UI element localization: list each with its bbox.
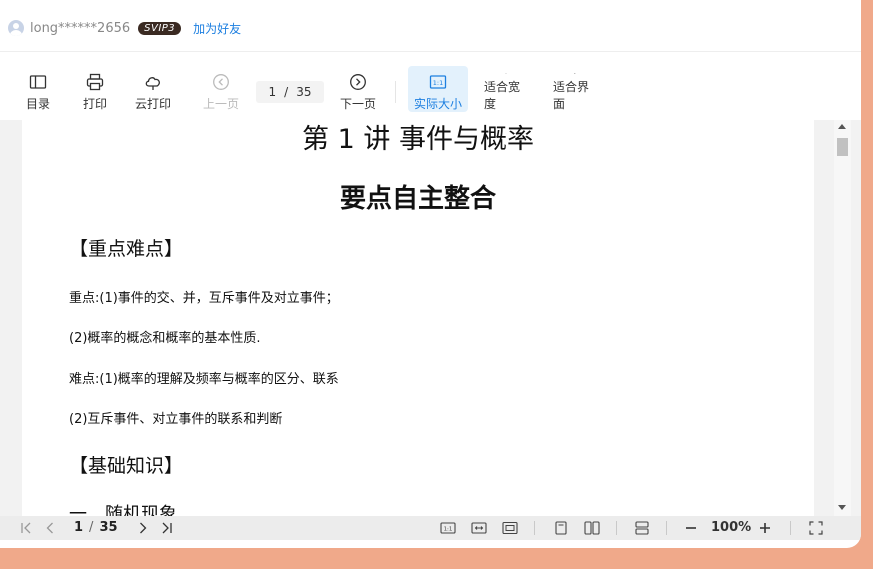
- first-page-button[interactable]: [18, 520, 34, 536]
- doc-title: 第 1 讲 事件与概率: [302, 124, 534, 155]
- text-line: 难点:(1)概率的理解及频率与概率的区分、联系: [69, 372, 339, 387]
- print-label: 打印: [82, 97, 107, 111]
- total-pages: 35: [296, 85, 312, 99]
- bottom-fit-page-button[interactable]: [501, 520, 519, 536]
- fit-page-icon: [502, 521, 518, 535]
- subsection-heading: 一、随机现象: [69, 504, 177, 516]
- two-page-button[interactable]: [583, 520, 601, 536]
- scroll-up-arrow-icon[interactable]: [838, 124, 846, 129]
- current-page: 1: [268, 85, 277, 99]
- scroll-down-arrow-icon[interactable]: [838, 505, 846, 510]
- fit-width-label: 适合宽度: [484, 80, 521, 111]
- last-page-button[interactable]: [159, 520, 175, 536]
- document-page: 第 1 讲 事件与概率 要点自主整合 【重点难点】 重点:(1)事件的交、并，互…: [22, 120, 814, 516]
- prev-page-button[interactable]: 上一页: [199, 66, 243, 112]
- chevron-right-icon: [140, 522, 147, 534]
- cloud-icon: [145, 77, 160, 90]
- next-button[interactable]: [135, 520, 151, 536]
- next-page-label: 下一页: [339, 97, 376, 111]
- bottom-divider: [534, 521, 535, 535]
- fullscreen-button[interactable]: [807, 520, 825, 536]
- fit-width-icon: [505, 73, 507, 74]
- toc-label: 目录: [25, 97, 50, 111]
- page-number-input[interactable]: 1 / 35: [256, 81, 324, 103]
- doc-subtitle: 要点自主整合: [339, 184, 496, 214]
- bottom-bar: 1 / 35 1:1 100%: [0, 516, 861, 540]
- bottom-current-page: 1: [74, 520, 84, 535]
- print-button[interactable]: 打印: [73, 66, 117, 112]
- fit-page-button[interactable]: 适合界面: [553, 66, 597, 112]
- document-area[interactable]: 第 1 讲 事件与概率 要点自主整合 【重点难点】 重点:(1)事件的交、并，互…: [0, 120, 861, 516]
- cloud-print-button[interactable]: 云打印: [131, 66, 175, 112]
- svg-text:1:1: 1:1: [433, 79, 443, 87]
- chevron-left-icon: [46, 522, 53, 534]
- printer-icon: [86, 73, 104, 91]
- last-page-icon: [162, 522, 172, 534]
- toolbar-divider: [395, 81, 396, 103]
- text-line: (2)互斥事件、对立事件的联系和判断: [69, 412, 283, 427]
- cloud-print-label: 云打印: [134, 97, 171, 111]
- section-heading-key-points: 【重点难点】: [69, 238, 184, 260]
- vertical-scrollbar[interactable]: [834, 120, 851, 516]
- fullscreen-icon: [809, 521, 823, 535]
- actual-size-label: 实际大小: [413, 97, 462, 111]
- avatar[interactable]: [8, 20, 24, 36]
- zoom-in-button[interactable]: [757, 520, 773, 536]
- two-page-icon: [584, 521, 600, 535]
- page-indicator[interactable]: 1 / 35: [74, 520, 118, 535]
- zoom-level: 100%: [711, 520, 752, 535]
- chevron-right-circle-icon: [350, 74, 366, 90]
- bottom-actual-size-button[interactable]: 1:1: [439, 520, 457, 536]
- bottom-divider: [790, 521, 791, 535]
- add-friend-link[interactable]: 加为好友: [193, 20, 241, 37]
- single-page-icon: [555, 521, 567, 535]
- fit-width-button[interactable]: 适合宽度: [484, 66, 528, 112]
- actual-size-button[interactable]: 1:1 实际大小: [408, 66, 468, 112]
- next-page-button[interactable]: 下一页: [336, 66, 380, 112]
- toc-button[interactable]: 目录: [16, 66, 60, 112]
- vip-badge: SVIP3: [138, 21, 182, 35]
- fit-width-icon: [471, 522, 487, 534]
- first-page-icon: [21, 522, 31, 534]
- single-page-button[interactable]: [553, 520, 569, 536]
- svg-text:1:1: 1:1: [444, 527, 453, 533]
- text-line: (2)概率的概念和概率的基本性质.: [69, 331, 261, 346]
- zoom-out-button[interactable]: [683, 520, 699, 536]
- actual-size-icon: 1:1: [440, 522, 456, 534]
- bottom-total-pages: 35: [99, 520, 118, 535]
- viewer-window: long******2656 SVIP3 加为好友 目录 打印 云打印 上一页 …: [0, 0, 861, 548]
- chevron-left-circle-icon: [213, 74, 229, 90]
- bottom-divider: [666, 521, 667, 535]
- prev-page-label: 上一页: [202, 97, 239, 111]
- bottom-page-separator: /: [89, 520, 94, 535]
- prev-button[interactable]: [42, 520, 58, 536]
- scroll-thumb[interactable]: [837, 138, 848, 156]
- toc-icon: [29, 75, 47, 89]
- header-divider: [0, 51, 861, 52]
- actual-size-icon: 1:1: [429, 75, 447, 89]
- text-line: 重点:(1)事件的交、并，互斥事件及对立事件；: [69, 291, 339, 306]
- minus-icon: [686, 527, 696, 529]
- user-row: long******2656 SVIP3 加为好友: [8, 18, 241, 38]
- section-heading-basics: 【基础知识】: [69, 455, 184, 477]
- bottom-divider: [616, 521, 617, 535]
- fit-page-icon: [574, 73, 576, 74]
- continuous-scroll-icon: [635, 521, 649, 535]
- bottom-fit-width-button[interactable]: [470, 520, 488, 536]
- username: long******2656: [30, 20, 131, 36]
- fit-page-label: 适合界面: [553, 80, 590, 111]
- continuous-scroll-button[interactable]: [633, 520, 651, 536]
- plus-icon: [760, 523, 770, 533]
- page-separator: /: [284, 85, 289, 99]
